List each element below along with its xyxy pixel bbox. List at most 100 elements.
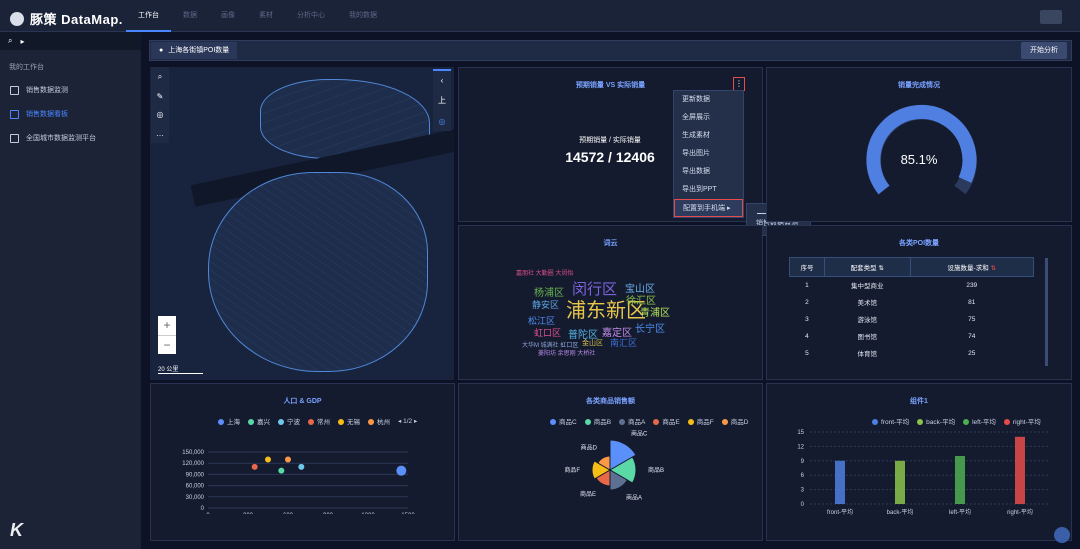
legend-item[interactable]: 宁波 <box>278 416 300 426</box>
chevron-right-icon[interactable]: ▸ <box>414 418 417 425</box>
x-tick-label: 600 <box>283 513 294 514</box>
rose-label: 商品D <box>581 443 598 451</box>
bar <box>1015 436 1025 504</box>
menu-item-export-data[interactable]: 导出数据 <box>674 163 743 181</box>
legend-pager[interactable]: ◂ 1/2 ▸ <box>398 417 417 425</box>
x-tick-label: 1500 <box>401 513 415 514</box>
nav-workbench[interactable]: 工作台 <box>126 0 171 32</box>
scatter-point <box>396 465 407 476</box>
poi-col-index[interactable]: 序号 <box>789 257 825 277</box>
legend-label: 常州 <box>317 419 330 426</box>
nav-portrait[interactable]: 画像 <box>209 0 247 32</box>
legend-item[interactable]: 杭州 <box>368 416 390 426</box>
collapse-icon[interactable]: ‹ <box>441 76 444 85</box>
legend-item[interactable]: 无锡 <box>338 416 360 426</box>
layer-icon[interactable]: ◎ <box>439 117 446 126</box>
scatter-point <box>285 456 291 463</box>
gauge-title: 销量完成情况 <box>898 82 940 89</box>
sidebar-item-city-platform[interactable]: 全国城市数据监测平台 <box>0 126 141 150</box>
zoom-out-button[interactable]: − <box>158 335 176 355</box>
nav-analysis[interactable]: 分析中心 <box>285 0 337 32</box>
poi-scrollbar[interactable] <box>1045 258 1048 366</box>
sidebar-item-label: 全国城市数据监测平台 <box>26 135 96 142</box>
table-row: 3 游泳馆 75 <box>790 311 1034 328</box>
table-cell: 239 <box>966 281 978 289</box>
pin-tool-icon[interactable]: ✎ <box>157 92 164 101</box>
nav-data[interactable]: 数据 <box>171 0 209 32</box>
menu-item-export-ppt[interactable]: 导出到PPT <box>674 181 743 199</box>
sidebar-item-sales-board[interactable]: 销售数据看板 <box>0 102 141 126</box>
legend-item[interactable]: 商品A <box>619 416 645 426</box>
legend-item[interactable]: 商品E <box>653 416 680 426</box>
watermark: K <box>10 520 23 541</box>
table-cell: 集中型商业 <box>850 283 884 291</box>
map-up-button[interactable]: 上 <box>438 95 446 106</box>
y-tick-label: 0 <box>801 502 805 508</box>
y-tick-label: 90,000 <box>186 472 205 478</box>
table-cell: 体育馆 <box>857 351 877 358</box>
sidebar-search[interactable]: ⌕ ▸ <box>0 32 141 50</box>
zoom-in-button[interactable]: + <box>158 316 176 335</box>
dashboard-tab[interactable]: ● 上海各街镇POI数量 <box>151 42 238 59</box>
chevron-left-icon[interactable]: ◂ <box>398 418 401 425</box>
rose-label: 商品B <box>648 466 664 474</box>
sort-icon[interactable]: ⇅ <box>878 265 883 272</box>
menu-item-fullscreen[interactable]: 全屏展示 <box>674 109 743 127</box>
avatar[interactable] <box>1040 10 1062 24</box>
menu-item-mobile[interactable]: 配置到手机端 ▸ <box>674 199 743 217</box>
start-analysis-button[interactable]: 开始分析 <box>1021 42 1067 59</box>
district-map[interactable] <box>150 67 454 380</box>
scatter-point <box>265 456 271 463</box>
rose-label: 商品A <box>626 494 642 502</box>
x-tick-label: 0 <box>206 513 210 514</box>
menu-item-export-image[interactable]: 导出图片 <box>674 145 743 163</box>
legend-label: 商品D <box>730 419 749 426</box>
nav-material[interactable]: 素材 <box>247 0 285 32</box>
legend-item[interactable]: left-平均 <box>963 416 996 426</box>
screen-icon <box>10 133 19 143</box>
locate-icon[interactable]: ◎ <box>157 110 164 119</box>
legend-item[interactable]: 商品D <box>721 416 749 426</box>
chat-button[interactable] <box>1054 527 1070 543</box>
menu-item-material[interactable]: 生成素材 <box>674 127 743 145</box>
sort-icon[interactable]: ⇅ <box>991 265 996 272</box>
table-cell: 2 <box>805 298 809 306</box>
top-bar: 豚策 DataMap. 工作台 数据 画像 素材 分析中心 我的数据 <box>0 0 1080 32</box>
y-tick-label: 3 <box>801 488 805 494</box>
play-icon[interactable]: ▸ <box>20 37 24 46</box>
legend-item[interactable]: 上海 <box>218 416 240 426</box>
legend-label: left-平均 <box>972 419 996 426</box>
table-cell: 5 <box>805 349 809 357</box>
app-logo[interactable]: 豚策 DataMap. <box>10 9 123 28</box>
legend-item[interactable]: front-平均 <box>872 416 909 426</box>
x-tick-label: left-平均 <box>949 508 971 516</box>
logo-icon <box>10 11 24 26</box>
sidebar-section-title: 我的工作台 <box>9 64 44 71</box>
menu-item-refresh[interactable]: 更新数据 <box>674 91 743 109</box>
legend-item[interactable]: back-平均 <box>917 416 955 426</box>
table-cell: 81 <box>968 298 976 306</box>
more-menu-button[interactable]: ⋮ <box>733 77 745 91</box>
sidebar-item-sales-monitor[interactable]: 销售数据监测 <box>0 78 141 102</box>
poi-col-count[interactable]: 设施数量-求和 ⇅ <box>909 257 1035 277</box>
legend-item[interactable]: 商品C <box>550 416 577 426</box>
legend-item[interactable]: right-平均 <box>1003 416 1041 426</box>
y-tick-label: 30,000 <box>186 495 205 501</box>
search-icon[interactable]: ⌕ <box>158 72 162 82</box>
nav-mydata[interactable]: 我的数据 <box>337 0 389 32</box>
bar <box>835 460 845 504</box>
legend-item[interactable]: 常州 <box>308 416 330 426</box>
table-cell: 75 <box>968 315 976 323</box>
chevron-right-icon: ▸ <box>726 205 731 212</box>
poi-col-type[interactable]: 配套类型 ⇅ <box>823 257 911 277</box>
legend-item[interactable]: 商品F <box>687 416 714 426</box>
gauge-value: 85.1% <box>900 152 938 167</box>
table-cell: 1 <box>805 281 809 289</box>
table-cell: 25 <box>968 349 976 357</box>
legend-item[interactable]: 商品B <box>584 416 611 426</box>
search-icon[interactable]: ⌕ <box>8 36 12 46</box>
word-small-1: 嘉朋社 大勤圈 大闵怡 <box>516 271 574 277</box>
legend-item[interactable]: 嘉兴 <box>248 416 270 426</box>
sidebar-item-label: 销售数据监测 <box>26 87 68 94</box>
more-icon[interactable]: … <box>156 129 164 138</box>
